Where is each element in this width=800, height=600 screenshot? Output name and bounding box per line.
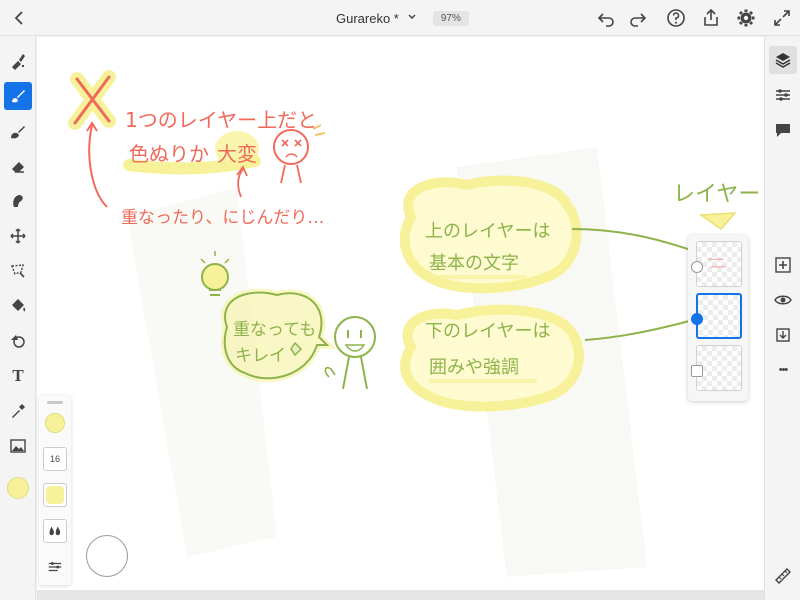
- visibility-button[interactable]: [769, 286, 797, 314]
- text-icon: T: [12, 366, 24, 385]
- brush-preview[interactable]: [43, 483, 67, 507]
- chevron-down-icon[interactable]: [407, 9, 417, 27]
- pixel-brush-tool[interactable]: [4, 47, 32, 75]
- layers-icon: [775, 53, 791, 68]
- merge-down-icon: [776, 328, 790, 342]
- left-toolbar: T: [0, 36, 36, 600]
- chevron-left-icon[interactable]: [10, 8, 30, 28]
- top-bar: Gurareko * 97%: [0, 0, 800, 36]
- eyedropper-tool[interactable]: [4, 397, 32, 425]
- undo-icon[interactable]: [596, 8, 616, 28]
- properties-icon: [776, 89, 790, 101]
- eraser-tool[interactable]: [4, 152, 32, 180]
- panel-drag-handle[interactable]: [47, 401, 63, 404]
- comments-button[interactable]: [769, 116, 797, 144]
- droplets-icon: [49, 526, 61, 536]
- properties-button[interactable]: [769, 81, 797, 109]
- image-icon: [10, 439, 26, 453]
- shape-tool[interactable]: [4, 327, 32, 355]
- move-tool[interactable]: [4, 222, 32, 250]
- share-icon[interactable]: [701, 8, 721, 28]
- move-icon: [10, 228, 26, 244]
- sliders-icon: [48, 562, 62, 572]
- lasso-icon: [11, 264, 25, 278]
- image-tool[interactable]: [4, 432, 32, 460]
- layer-thumbnail-2[interactable]: [696, 293, 742, 339]
- live-brush-icon: [12, 90, 25, 103]
- eraser-icon: [12, 162, 24, 173]
- brush-flow-button[interactable]: [43, 519, 67, 543]
- merge-layer-button[interactable]: [769, 321, 797, 349]
- layer-type-icon: [691, 261, 703, 273]
- redo-icon[interactable]: [628, 8, 648, 28]
- brush-settings-button[interactable]: [43, 555, 67, 579]
- zoom-level[interactable]: 97%: [432, 10, 469, 26]
- help-icon[interactable]: [666, 8, 686, 28]
- layer-selected-icon: [691, 313, 703, 325]
- modifier-touch-button[interactable]: [86, 535, 128, 577]
- ruler-button[interactable]: [769, 562, 797, 590]
- layers-button[interactable]: [769, 46, 797, 74]
- settings-icon[interactable]: [736, 8, 756, 28]
- smudge-tool[interactable]: [4, 187, 32, 215]
- add-layer-button[interactable]: [769, 251, 797, 279]
- vector-brush-icon: [11, 126, 25, 139]
- brush-size-field[interactable]: 16: [43, 447, 67, 471]
- image-layer-icon: [691, 365, 703, 377]
- selection-tool[interactable]: [4, 257, 32, 285]
- text-tool[interactable]: T: [4, 362, 32, 390]
- layer-thumbnail-1[interactable]: [696, 241, 742, 287]
- right-panel: •••: [764, 36, 800, 600]
- fullscreen-icon[interactable]: [772, 8, 792, 28]
- color-picker[interactable]: [4, 474, 32, 502]
- eyedropper-icon: [12, 404, 25, 418]
- ruler-icon: [775, 568, 791, 584]
- live-brush-tool[interactable]: [4, 82, 32, 110]
- shape-icon: [11, 335, 25, 348]
- fill-tool[interactable]: [4, 292, 32, 320]
- document-title[interactable]: Gurareko *: [336, 11, 399, 26]
- pixel-brush-icon: [12, 54, 25, 70]
- eye-icon: [774, 295, 792, 305]
- brush-settings-panel: 16: [39, 395, 71, 585]
- add-layer-icon: [775, 257, 791, 273]
- drawing-canvas[interactable]: [37, 37, 764, 590]
- brush-color-swatch[interactable]: [43, 411, 67, 435]
- canvas-bottom-scroll-area[interactable]: [37, 590, 764, 600]
- vector-brush-tool[interactable]: [4, 117, 32, 145]
- layers-panel: [688, 235, 748, 401]
- paint-bucket-icon: [12, 299, 26, 312]
- comments-icon: [776, 124, 790, 137]
- color-swatch-icon: [7, 477, 29, 499]
- smudge-icon: [13, 195, 23, 207]
- more-options-button[interactable]: •••: [769, 356, 797, 384]
- more-icon: •••: [778, 364, 789, 376]
